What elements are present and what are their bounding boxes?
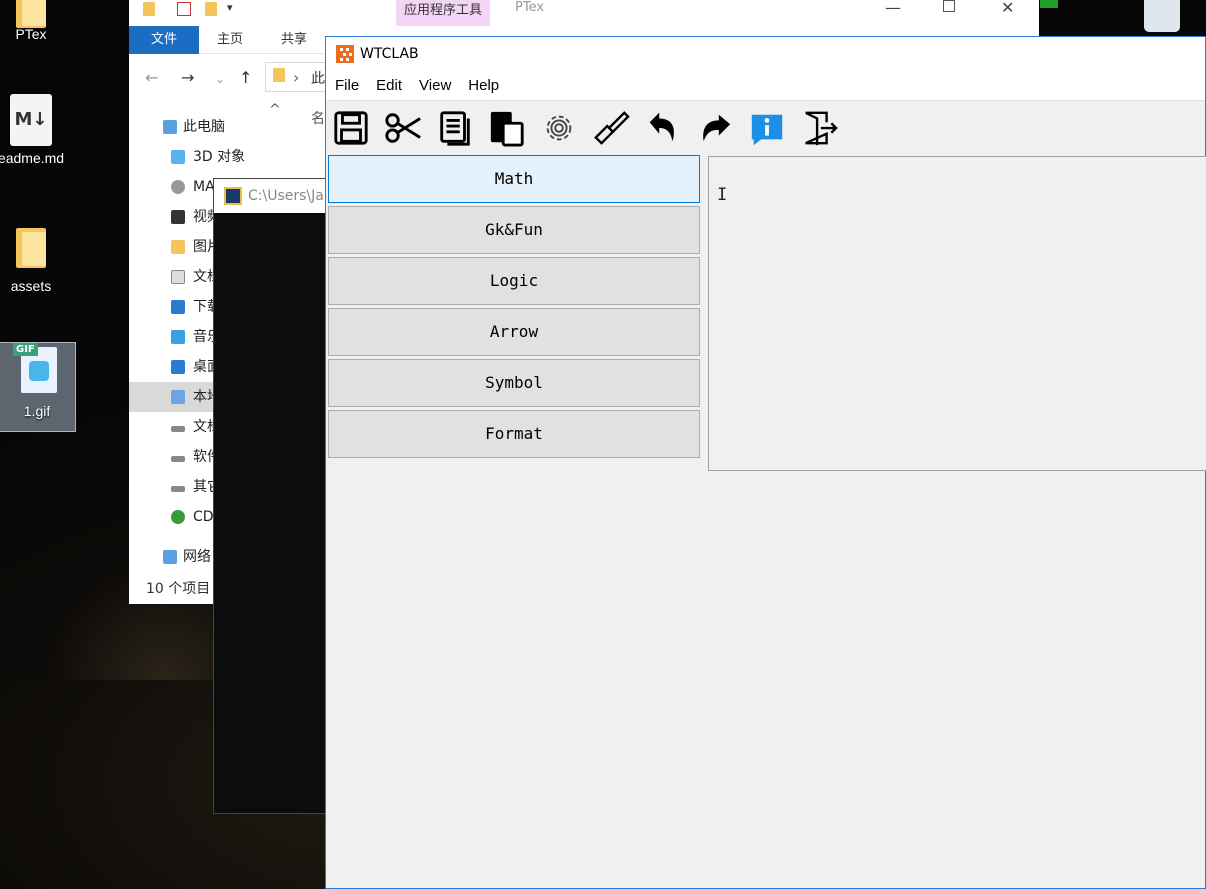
save-button[interactable] [332, 108, 370, 148]
drive-icon [171, 180, 185, 194]
breadcrumb-separator-icon: › [293, 68, 300, 87]
copy-icon [440, 111, 470, 146]
drive-icon [171, 426, 185, 432]
desktop-icon-label: eadme.md [0, 150, 65, 166]
category-button-format[interactable]: Format [328, 410, 700, 458]
copy-button[interactable] [436, 108, 474, 148]
toolbar [326, 101, 1205, 155]
exit-button[interactable] [800, 108, 838, 148]
tree-item[interactable]: 3D 对象 [129, 142, 329, 172]
menu-help[interactable]: Help [460, 71, 507, 101]
folder-icon [273, 68, 285, 82]
settings-icon [546, 115, 572, 141]
info-button[interactable] [748, 108, 786, 148]
text-cursor-icon: I [717, 185, 728, 205]
recycle-bin-icon[interactable] [1144, 0, 1180, 32]
close-icon[interactable]: ✕ [1001, 0, 1014, 17]
info-icon [751, 114, 783, 146]
category-button-column: Math Gk&Fun Logic Arrow Symbol Format [328, 155, 700, 461]
menu-edit[interactable]: Edit [368, 71, 410, 101]
desktop-icon-readme[interactable]: M↓ eadme.md [0, 94, 70, 166]
folder-icon [12, 0, 50, 30]
desktop-icon-ptex[interactable]: PTex [0, 0, 70, 42]
undo-button[interactable] [644, 108, 682, 148]
desktop-icon-label: 1.gif [23, 403, 51, 419]
category-button-symbol[interactable]: Symbol [328, 359, 700, 407]
redo-icon [703, 114, 731, 142]
folder-icon [143, 2, 155, 16]
markdown-file-icon: M↓ [10, 94, 52, 146]
exit-icon [805, 111, 838, 146]
tab-share[interactable]: 共享 [269, 26, 319, 54]
gif-file-icon: GIF [13, 343, 61, 395]
context-tab-app-tools[interactable]: 应用程序工具 [396, 0, 491, 26]
status-item-count: 10 个项目 [146, 581, 211, 597]
category-button-logic[interactable]: Logic [328, 257, 700, 305]
format-brush-button[interactable] [592, 108, 630, 148]
app-logo-icon [336, 45, 354, 63]
minimize-icon[interactable]: — [885, 0, 901, 17]
explorer-titlebar: ▾ 应用程序工具 PTex — ✕ [129, 0, 1039, 26]
menu-bar: File Edit View Help [326, 71, 1205, 101]
drive-icon [171, 486, 185, 492]
back-arrow-icon[interactable]: ← [145, 68, 158, 87]
cut-button[interactable] [384, 108, 422, 148]
save-icon [334, 111, 368, 145]
cut-icon [385, 113, 421, 143]
new-folder-icon[interactable] [205, 2, 217, 16]
downloads-icon [171, 300, 185, 314]
category-button-gkfun[interactable]: Gk&Fun [328, 206, 700, 254]
desktop-icon-label: assets [10, 278, 52, 294]
undo-icon [649, 112, 674, 142]
battery-indicator [1040, 0, 1058, 8]
desktop-icon-gif[interactable]: GIF 1.gif [0, 342, 76, 432]
app-titlebar: WTCLAB [326, 37, 1205, 71]
category-button-math[interactable]: Math [328, 155, 700, 203]
tab-file[interactable]: 文件 [129, 26, 199, 54]
cd-drive-icon [171, 510, 185, 524]
desktop-icon-assets[interactable]: assets [0, 222, 70, 294]
console-title: C:\Users\Ja [248, 188, 324, 204]
settings-button[interactable] [540, 108, 578, 148]
computer-icon [163, 120, 177, 134]
videos-icon [171, 210, 185, 224]
forward-arrow-icon[interactable]: → [181, 68, 194, 87]
recent-locations-icon[interactable]: ⌄ [215, 72, 225, 86]
pictures-icon [171, 240, 185, 254]
text-editor-area[interactable]: I [708, 156, 1206, 471]
tree-item-this-pc[interactable]: 此电脑 [129, 112, 329, 142]
folder-icon [12, 222, 50, 270]
app-title: WTCLAB [360, 46, 419, 62]
paste-button[interactable] [488, 108, 526, 148]
properties-icon[interactable] [177, 2, 191, 16]
music-icon [171, 330, 185, 344]
network-icon [163, 550, 177, 564]
documents-icon [171, 270, 185, 284]
customize-quick-access-icon[interactable]: ▾ [227, 1, 233, 14]
maximize-icon[interactable] [943, 0, 955, 12]
local-disk-icon [171, 390, 185, 404]
3d-objects-icon [171, 150, 185, 164]
console-icon [224, 187, 242, 205]
window-title: PTex [515, 0, 545, 15]
console-window[interactable]: C:\Users\Ja [213, 178, 333, 814]
console-titlebar: C:\Users\Ja [214, 179, 332, 213]
up-arrow-icon[interactable]: ↑ [239, 68, 252, 87]
tab-home[interactable]: 主页 [205, 26, 255, 54]
menu-file[interactable]: File [327, 71, 367, 101]
drive-icon [171, 456, 185, 462]
menu-view[interactable]: View [411, 71, 459, 101]
category-button-arrow[interactable]: Arrow [328, 308, 700, 356]
wtclab-window[interactable]: WTCLAB File Edit View Help Math Gk&Fun L… [325, 36, 1206, 889]
desktop-folder-icon [171, 360, 185, 374]
address-text: 此 [311, 71, 325, 87]
redo-button[interactable] [696, 108, 734, 148]
paste-icon [490, 111, 524, 147]
brush-icon [594, 111, 630, 145]
